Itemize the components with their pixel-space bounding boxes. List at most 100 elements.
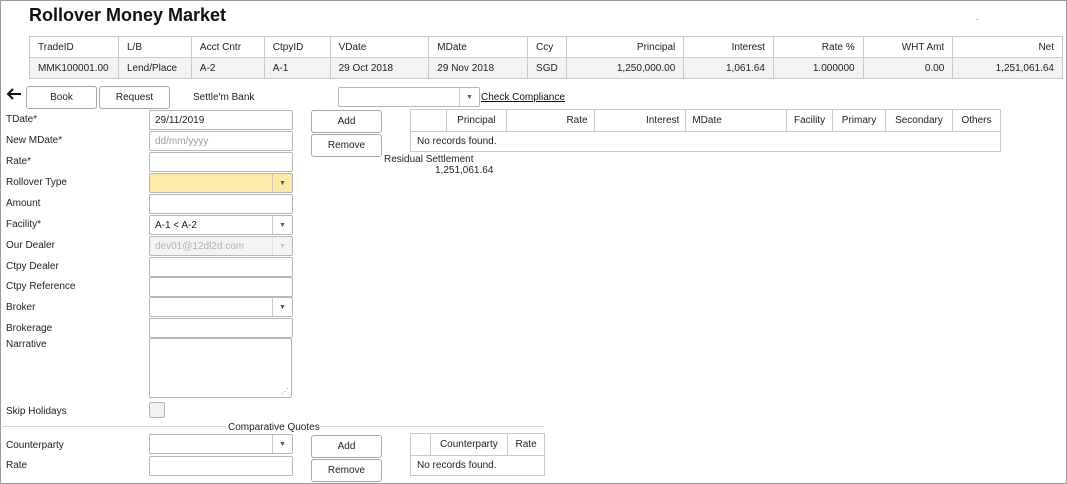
brokerage-input[interactable]	[149, 318, 293, 338]
tdate-label: TDate*	[6, 114, 38, 125]
skip-holidays-label: Skip Holidays	[6, 406, 67, 417]
add-settlement-button[interactable]: Add	[311, 110, 382, 133]
col-header-tradeid: TradeID	[29, 36, 119, 58]
col-header-select	[410, 433, 431, 456]
amount-input[interactable]	[149, 194, 293, 214]
settle-bank-label: Settle'm Bank	[193, 92, 255, 103]
cell-ccy: SGD	[527, 57, 567, 79]
quotes-table: Counterparty Rate No records found.	[410, 433, 545, 476]
broker-label: Broker	[6, 302, 36, 313]
col-header-ctpyid: CtpyID	[263, 36, 331, 58]
col-header-principal: Principal	[565, 36, 685, 58]
ctpy-reference-input[interactable]	[149, 277, 293, 297]
trade-header-row: TradeID L/B Acct Cntr CtpyID VDate MDate…	[29, 36, 1063, 58]
col-header-net: Net	[952, 36, 1063, 58]
skip-holidays-checkbox[interactable]	[149, 402, 165, 418]
chevron-down-icon: ▼	[272, 237, 292, 255]
col-header-others[interactable]: Others	[951, 109, 1002, 132]
cell-vdate: 29 Oct 2018	[329, 57, 430, 79]
settlement-header-row: Principal Rate Interest MDate Facility P…	[410, 109, 1002, 132]
quotes-empty-row: No records found.	[410, 455, 545, 476]
broker-select[interactable]: ▼	[149, 297, 293, 317]
settle-bank-select[interactable]: ▼	[338, 87, 480, 107]
quote-rate-label: Rate	[6, 460, 28, 471]
col-header-wht-amt: WHT Amt	[862, 36, 954, 58]
rate-label: Rate*	[6, 156, 32, 167]
col-header-rate: Rate %	[772, 36, 864, 58]
settlement-table: Principal Rate Interest MDate Facility P…	[410, 109, 1002, 152]
chevron-down-icon: ▼	[272, 174, 292, 192]
col-header-mdate[interactable]: MDate	[685, 109, 788, 132]
quote-rate-input[interactable]	[149, 456, 293, 476]
cell-rate: 1.000000	[772, 57, 864, 79]
add-quote-button[interactable]: Add	[311, 435, 382, 458]
col-header-facility[interactable]: Facility	[786, 109, 834, 132]
col-header-primary[interactable]: Primary	[832, 109, 886, 132]
ctpy-dealer-input[interactable]	[149, 257, 293, 277]
chevron-down-icon: ▼	[272, 435, 292, 453]
chevron-down-icon: ▼	[272, 216, 292, 234]
request-button[interactable]: Request	[99, 86, 170, 109]
cell-mdate: 29 Nov 2018	[428, 57, 529, 79]
our-dealer-label: Our Dealer	[6, 240, 55, 251]
book-button[interactable]: Book	[26, 86, 97, 109]
cell-tradeid: MMK100001.00	[29, 57, 119, 79]
col-header-vdate: VDate	[329, 36, 430, 58]
cell-interest: 1,061.64	[683, 57, 774, 79]
cell-lb: Lend/Place	[117, 57, 192, 79]
counterparty-select[interactable]: ▼	[149, 434, 293, 454]
resize-grip-icon[interactable]: ⋰	[281, 388, 289, 396]
counterparty-label: Counterparty	[6, 440, 64, 451]
chevron-down-icon: ▼	[272, 298, 292, 316]
facility-select[interactable]: A-1 < A-2 ▼	[149, 215, 293, 235]
empty-message: No records found.	[410, 455, 545, 476]
page-title: Rollover Money Market	[29, 5, 227, 25]
narrative-label: Narrative	[6, 339, 47, 350]
our-dealer-value: dev01@12dl2d.com	[155, 240, 245, 252]
col-header-rate[interactable]: Rate	[507, 433, 545, 456]
residual-settlement-value: 1,251,061.64	[435, 165, 494, 176]
brokerage-label: Brokerage	[6, 323, 53, 334]
tdate-input[interactable]: 29/11/2019	[149, 110, 293, 130]
amount-label: Amount	[6, 198, 41, 209]
ctpy-dealer-label: Ctpy Dealer	[6, 261, 59, 272]
remove-settlement-button[interactable]: Remove	[311, 134, 382, 157]
residual-settlement-label: Residual Settlement	[384, 154, 474, 165]
our-dealer-select: dev01@12dl2d.com ▼	[149, 236, 293, 256]
narrative-textarea[interactable]: ⋰	[149, 338, 292, 398]
col-header-mdate: MDate	[428, 36, 529, 58]
col-header-principal[interactable]: Principal	[445, 109, 507, 132]
col-header-counterparty[interactable]: Counterparty	[429, 433, 509, 456]
quotes-header-row: Counterparty Rate	[410, 433, 545, 456]
cell-ctpyid: A-1	[263, 57, 331, 79]
chevron-down-icon: ▼	[459, 88, 479, 106]
check-compliance-link[interactable]: Check Compliance	[481, 92, 565, 103]
arrow-left-icon[interactable]	[4, 85, 24, 105]
col-header-ccy: Ccy	[527, 36, 567, 58]
empty-message: No records found.	[410, 131, 1001, 152]
remove-quote-button[interactable]: Remove	[311, 459, 382, 482]
new-mdate-label: New MDate*	[6, 135, 63, 146]
ctpy-reference-label: Ctpy Reference	[6, 281, 76, 292]
rate-input[interactable]	[149, 152, 293, 172]
settlement-empty-row: No records found.	[410, 131, 1001, 152]
corner-mark: .	[976, 12, 979, 22]
facility-value: A-1 < A-2	[155, 219, 197, 231]
comparative-quotes-title: Comparative Quotes	[228, 422, 320, 433]
col-header-acct-cntr: Acct Cntr	[190, 36, 265, 58]
trade-summary-table: TradeID L/B Acct Cntr CtpyID VDate MDate…	[29, 36, 1063, 79]
rollover-type-select[interactable]: ▼	[149, 173, 293, 193]
cell-wht-amt: 0.00	[862, 57, 954, 79]
col-header-secondary[interactable]: Secondary	[885, 109, 953, 132]
facility-label: Facility*	[6, 219, 42, 230]
col-header-select	[410, 109, 447, 132]
new-mdate-input[interactable]: dd/mm/yyyy	[149, 131, 293, 151]
divider-left	[2, 426, 226, 427]
cell-net: 1,251,061.64	[952, 57, 1063, 79]
trade-row: MMK100001.00 Lend/Place A-2 A-1 29 Oct 2…	[29, 57, 1063, 79]
col-header-interest[interactable]: Interest	[593, 109, 687, 132]
col-header-rate[interactable]: Rate	[505, 109, 595, 132]
divider-right	[320, 426, 544, 427]
col-header-interest: Interest	[683, 36, 774, 58]
rollover-type-label: Rollover Type	[6, 177, 67, 188]
